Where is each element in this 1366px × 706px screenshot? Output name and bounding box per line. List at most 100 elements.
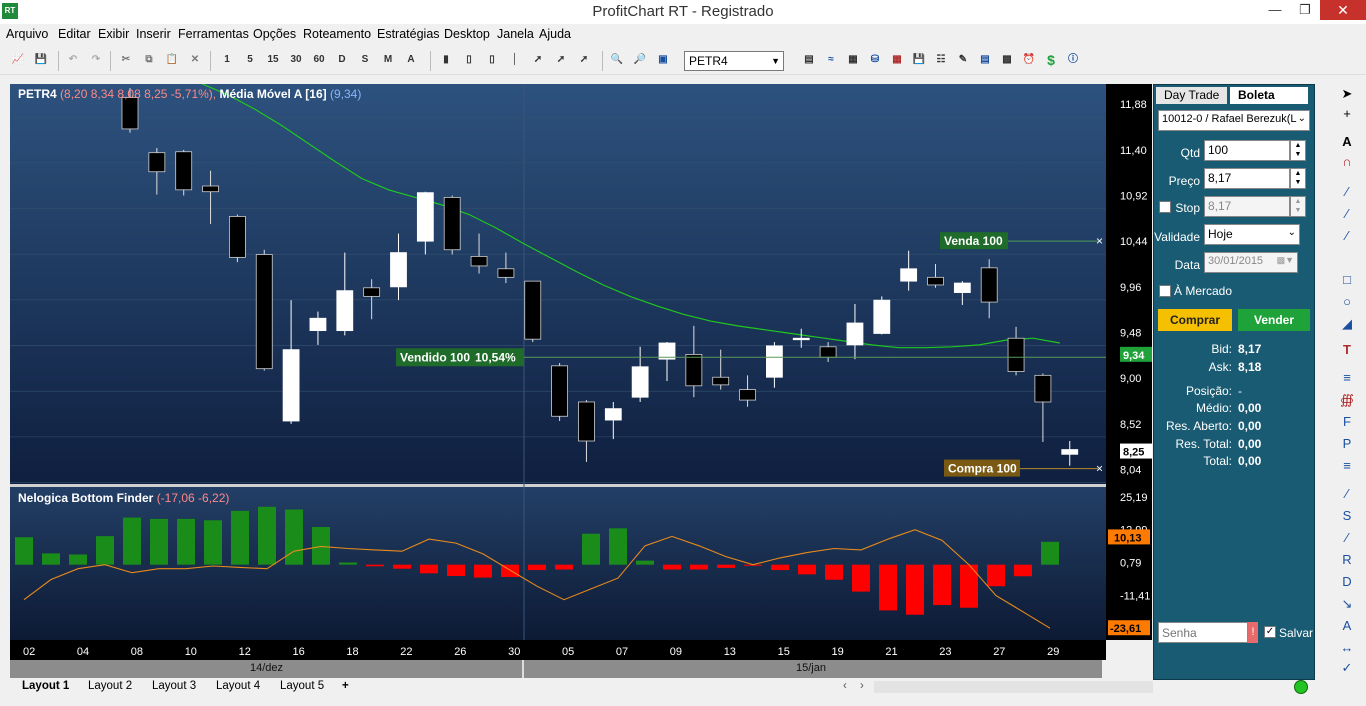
stop-input[interactable]: 8,17 <box>1204 196 1290 217</box>
close-button[interactable]: ✕ <box>1320 0 1366 20</box>
pitchfork-icon[interactable]: F <box>1337 414 1357 430</box>
text-annotation-icon[interactable]: T <box>1337 342 1357 358</box>
qtd-input[interactable]: 100 <box>1204 140 1290 161</box>
menu-inserir[interactable]: Inserir <box>136 27 171 41</box>
table-icon[interactable]: ▤ <box>800 51 818 69</box>
period-week-button[interactable]: S <box>356 51 374 69</box>
validade-select[interactable]: Hoje ⌄ <box>1204 224 1300 245</box>
rectangle-icon[interactable]: □ <box>1337 272 1357 288</box>
candle-hollow-icon[interactable]: ▯ <box>483 51 501 69</box>
s-tool-icon[interactable]: S <box>1337 508 1357 524</box>
paste-icon[interactable]: 📋 <box>163 51 181 69</box>
line-edit-icon[interactable]: ➚ <box>575 51 593 69</box>
line-tool-icon[interactable]: ∕ <box>1337 530 1357 546</box>
ticker-select[interactable]: PETR4 ▼ <box>684 51 784 71</box>
dollar-icon[interactable]: $ <box>1042 51 1060 69</box>
menu-estrategias[interactable]: Estratégias <box>377 27 440 41</box>
account-select[interactable]: 10012-0 / Rafael Berezuk(L ⌄ <box>1158 110 1310 131</box>
check-tool-icon[interactable]: ✓ <box>1337 660 1357 676</box>
tab-layout-2[interactable]: Layout 2 <box>88 680 132 692</box>
tab-boleta[interactable]: Boleta <box>1230 87 1308 104</box>
magnet-icon[interactable]: ∩ <box>1337 154 1357 170</box>
preco-input[interactable]: 8,17 <box>1204 168 1290 189</box>
add-layout-button[interactable]: + <box>342 680 349 692</box>
delete-icon[interactable]: ✕ <box>186 51 204 69</box>
cut-icon[interactable]: ✂ <box>117 51 135 69</box>
undo-icon[interactable]: ↶ <box>64 51 82 69</box>
save-layout-icon[interactable]: 💾 <box>910 51 928 69</box>
measure-icon[interactable]: ↔ <box>1337 640 1357 656</box>
fibonacci-icon[interactable]: ≡ <box>1337 370 1357 386</box>
qtd-stepper[interactable]: ▲ ▼ <box>1290 140 1306 161</box>
ray-icon[interactable]: ∕ <box>1337 206 1357 222</box>
crosshair-icon[interactable]: + <box>1337 106 1357 122</box>
senha-input[interactable] <box>1158 622 1248 643</box>
chart-icon[interactable]: 📈 <box>9 51 27 69</box>
menu-roteamento[interactable]: Roteamento <box>303 27 371 41</box>
r-tool-icon[interactable]: R <box>1337 552 1357 568</box>
zoom-out-icon[interactable]: 🔎 <box>631 51 649 69</box>
horizontal-scrollbar[interactable] <box>874 681 1154 693</box>
menu-ajuda[interactable]: Ajuda <box>539 27 571 41</box>
triangle-icon[interactable]: ◢ <box>1337 316 1357 332</box>
notes-icon[interactable]: ✎ <box>954 51 972 69</box>
menu-janela[interactable]: Janela <box>497 27 534 41</box>
a-tool-icon[interactable]: A <box>1337 618 1357 634</box>
save-icon[interactable]: 💾 <box>32 51 50 69</box>
period-5-button[interactable]: 5 <box>241 51 259 69</box>
ticker-list-icon[interactable]: ☷ <box>932 51 950 69</box>
preco-stepper[interactable]: ▲ ▼ <box>1290 168 1306 189</box>
alarm-icon[interactable]: ⏰ <box>1020 51 1038 69</box>
monitor-icon[interactable]: ▤ <box>976 51 994 69</box>
ohlc-icon[interactable]: │ <box>506 51 524 69</box>
redo-icon[interactable]: ↷ <box>87 51 105 69</box>
line-chart-icon[interactable]: ➚ <box>529 51 547 69</box>
menu-exibir[interactable]: Exibir <box>98 27 129 41</box>
cancel-order-icon[interactable]: × <box>1096 234 1103 248</box>
period-year-button[interactable]: A <box>402 51 420 69</box>
menu-desktop[interactable]: Desktop <box>444 27 490 41</box>
info-icon[interactable]: ⓘ <box>1064 51 1082 69</box>
sell-button[interactable]: Vender <box>1238 309 1310 331</box>
mercado-checkbox[interactable] <box>1159 285 1171 297</box>
candle-chart-icon[interactable]: ▮ <box>437 51 455 69</box>
data-input[interactable]: 30/01/2015 ▩▼ <box>1204 252 1298 273</box>
cancel-order-icon[interactable]: × <box>1096 462 1103 476</box>
strategy-icon[interactable]: ▩ <box>998 51 1016 69</box>
tab-layout-4[interactable]: Layout 4 <box>216 680 260 692</box>
zoom-in-icon[interactable]: 🔍 <box>608 51 626 69</box>
ellipse-icon[interactable]: ○ <box>1337 294 1357 310</box>
period-60-button[interactable]: 60 <box>310 51 328 69</box>
tab-layout-1[interactable]: Layout 1 <box>22 680 69 692</box>
copy-icon[interactable]: ⧉ <box>140 51 158 69</box>
menu-ferramentas[interactable]: Ferramentas <box>178 27 249 41</box>
maximize-button[interactable]: ❐ <box>1290 0 1320 20</box>
panel-splitter[interactable] <box>10 484 1152 487</box>
cursor-icon[interactable]: ➤ <box>1337 86 1357 102</box>
menu-arquivo[interactable]: Arquivo <box>6 27 48 41</box>
parallel-lines-icon[interactable]: ∕ <box>1337 228 1357 244</box>
price-alert-icon[interactable]: P <box>1337 436 1357 452</box>
scroll-left-icon[interactable]: ‹ <box>843 680 847 692</box>
database-icon[interactable]: ⛁ <box>866 51 884 69</box>
salvar-checkbox[interactable]: ✓ <box>1264 626 1276 638</box>
period-30-button[interactable]: 30 <box>287 51 305 69</box>
gann-icon[interactable]: ∕ <box>1337 486 1357 502</box>
buy-button[interactable]: Comprar <box>1158 309 1232 331</box>
tab-layout-5[interactable]: Layout 5 <box>280 680 324 692</box>
levels-icon[interactable]: ≡ <box>1337 458 1357 474</box>
minimize-button[interactable]: — <box>1260 0 1290 20</box>
stop-checkbox[interactable] <box>1159 201 1171 213</box>
trendline-icon[interactable]: ∕ <box>1337 184 1357 200</box>
arrow-tool-icon[interactable]: ↘ <box>1337 596 1357 612</box>
tab-layout-3[interactable]: Layout 3 <box>152 680 196 692</box>
period-15-button[interactable]: 15 <box>264 51 282 69</box>
period-1-button[interactable]: 1 <box>218 51 236 69</box>
indicator-icon[interactable]: ≈ <box>822 51 840 69</box>
menu-opcoes[interactable]: Opções <box>253 27 296 41</box>
scroll-right-icon[interactable]: › <box>860 680 864 692</box>
period-month-button[interactable]: M <box>379 51 397 69</box>
stop-stepper[interactable]: ▲ ▼ <box>1290 196 1306 217</box>
area-chart-icon[interactable]: ➚ <box>552 51 570 69</box>
bar-chart-icon[interactable]: ▯ <box>460 51 478 69</box>
